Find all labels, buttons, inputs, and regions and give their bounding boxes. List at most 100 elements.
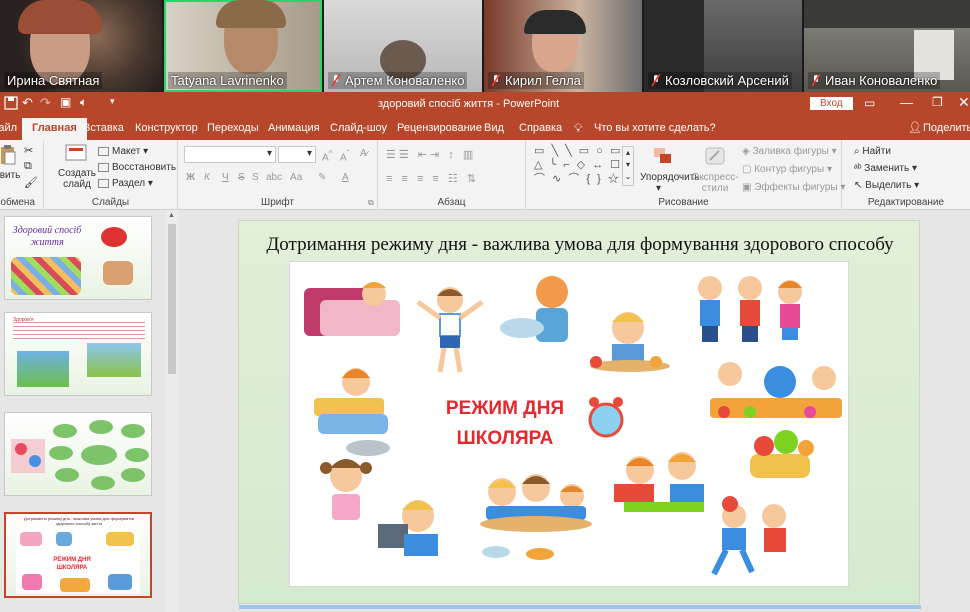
participant-tile[interactable]: Артем Коноваленко (324, 0, 482, 92)
tab-insert[interactable]: Вставка (83, 122, 124, 134)
paste-icon[interactable] (0, 144, 16, 169)
slide-thumbnail-2[interactable]: Здоров'я (4, 312, 152, 396)
tab-file[interactable]: Файл (0, 122, 17, 134)
font-dialog-launcher-icon[interactable]: ⧉ (368, 198, 374, 208)
shapes-more-icon[interactable]: ▴ ▾ ⌄ (622, 146, 634, 186)
cut-icon[interactable]: ✂ (24, 144, 33, 157)
mic-muted-icon (811, 74, 821, 87)
quick-styles-button[interactable]: Экспресс-стили (692, 172, 739, 194)
change-case-button[interactable]: Аа (290, 172, 302, 183)
clear-format-icon[interactable]: A̷ (360, 148, 367, 159)
paragraph-group: ☰☰ ⇤⇥ ↕ ▥ ≡ ≡ ≡ ≡ ☷ ⇅ Абзац (378, 140, 526, 210)
participant-tile[interactable]: Иван Коноваленко (804, 0, 970, 92)
poster-heading: РЕЖИМ ДНЯ ШКОЛЯРА (420, 394, 590, 454)
paste-button[interactable]: Вставить (0, 170, 20, 181)
arrange-icon[interactable] (652, 146, 674, 169)
font-group: ▾ ▾ A^ Aˇ A̷ Ж К Ч S S abc Аа ✎ A Шрифт … (178, 140, 378, 210)
font-group-label: Шрифт (261, 197, 294, 208)
mic-muted-icon (331, 74, 341, 87)
clipboard-group-label: Буфер обмена (0, 197, 35, 208)
font-name-input[interactable]: ▾ (184, 146, 276, 163)
slide-thumbnail-4-selected[interactable]: Дотримання режиму дня - важлива умова дл… (4, 512, 152, 598)
increase-font-icon[interactable]: A^ (322, 148, 333, 163)
tab-review[interactable]: Рецензирование (397, 122, 482, 134)
arrange-button[interactable]: Упорядочить ▾ (640, 172, 700, 194)
share-button[interactable]: Поделиться (923, 122, 970, 134)
find-button[interactable]: ⌕ Найти (854, 146, 891, 157)
start-slideshow-icon[interactable]: ▣ (60, 95, 71, 109)
bold-button[interactable]: Ж (186, 172, 195, 183)
ribbon-display-icon[interactable]: ▭ (864, 96, 875, 110)
shape-fill-button[interactable]: ◈ Заливка фигуры ▾ (742, 146, 837, 157)
tab-slideshow[interactable]: Слайд-шоу (330, 122, 387, 134)
tab-transitions[interactable]: Переходы (207, 122, 259, 134)
italic-button[interactable]: К (204, 172, 210, 183)
font-size-input[interactable]: ▾ (278, 146, 316, 163)
tab-view[interactable]: Вид (484, 122, 504, 134)
slide-thumbnail-1[interactable]: Здоровий спосіб життя (4, 216, 152, 300)
tab-help[interactable]: Справка (519, 122, 562, 134)
participant-tile-active-speaker[interactable]: Tatyana Lavrinenko (164, 0, 322, 92)
shape-effects-button[interactable]: ▣ Эффекты фигуры ▾ (742, 182, 845, 193)
restore-icon[interactable]: ❐ (932, 95, 943, 109)
participant-name: Tatyana Lavrinenko (168, 72, 287, 89)
strikethrough-button[interactable]: S (238, 172, 245, 183)
save-icon[interactable] (4, 96, 18, 113)
decrease-font-icon[interactable]: Aˇ (340, 148, 349, 163)
font-color-icon[interactable]: A (342, 172, 349, 183)
scroll-up-icon[interactable]: ▲ (168, 212, 175, 219)
select-button[interactable]: ↖ Выделить ▾ (854, 180, 919, 191)
cursor-icon: ↖ (854, 180, 863, 191)
reset-button[interactable]: Восстановить (98, 162, 176, 173)
editing-group-label: Редактирование (867, 197, 945, 208)
list-icons[interactable]: ☰☰ ⇤⇥ ↕ ▥ (386, 148, 476, 161)
align-icons[interactable]: ≡ ≡ ≡ ≡ ☷ ⇅ (386, 172, 479, 185)
slide-thumbnail-3[interactable] (4, 412, 152, 496)
new-slide-button[interactable]: Создать слайд (58, 168, 96, 190)
mic-muted-icon (651, 74, 661, 87)
undo-icon[interactable]: ↶ (22, 95, 33, 111)
format-painter-icon[interactable]: 🖌︎ (24, 176, 38, 189)
customize-toolbar-icon[interactable]: ▾ (110, 96, 115, 107)
shape-outline-button[interactable]: ▢ Контур фигуры ▾ (742, 164, 832, 175)
new-slide-icon[interactable] (64, 143, 88, 168)
tab-animations[interactable]: Анимация (268, 122, 320, 134)
thumbnail-scrollbar[interactable]: ▲ (166, 210, 178, 612)
participant-tile[interactable]: Кирил Гелла (484, 0, 642, 92)
participant-tile[interactable]: Козловский Арсений (644, 0, 802, 92)
slides-group: Создать слайд Макет ▾ Восстановить Разде… (44, 140, 178, 210)
signin-button[interactable]: Вход (810, 97, 853, 110)
clipboard-group: Вставить ✂ ⧉ 🖌︎ Буфер обмена (0, 140, 44, 210)
underline-button[interactable]: Ч (222, 172, 229, 183)
redo-icon[interactable]: ↷ (40, 95, 51, 111)
layout-button[interactable]: Макет ▾ (98, 146, 148, 157)
participant-tile[interactable]: Ирина Святная (0, 0, 162, 92)
paragraph-group-label: Абзац (437, 197, 466, 208)
poster-heading-line-2: ШКОЛЯРА (456, 428, 554, 449)
document-title: здоровий спосіб життя - PowerPoint (378, 98, 560, 110)
slide-bottom-bar (239, 605, 921, 609)
char-spacing-button[interactable]: abc (266, 172, 282, 183)
shapes-gallery[interactable]: ▭ ╲ ╲ ▭ ○ ▭ △ ╰ ⌐ ◇ ↔ ☐ ⌒ ∿ ⌒ { } ☆ (534, 144, 634, 190)
close-icon[interactable]: ✕ (958, 94, 970, 111)
section-button[interactable]: Раздел ▾ (98, 178, 153, 189)
drawing-group: ▭ ╲ ╲ ▭ ○ ▭ △ ╰ ⌐ ◇ ↔ ☐ ⌒ ∿ ⌒ { } ☆ ▴ ▾ ⌄ Уп… (526, 140, 845, 210)
shadow-icon[interactable]: S (252, 172, 259, 183)
speaker-icon[interactable]: 🔈︎ (80, 95, 87, 110)
tab-home[interactable]: Главная (22, 118, 87, 140)
scrollbar-thumb[interactable] (168, 224, 176, 374)
quick-styles-icon[interactable] (704, 146, 726, 169)
search-icon: ⌕ (854, 146, 860, 157)
lightbulb-icon: 💡︎ (574, 121, 583, 135)
tab-design[interactable]: Конструктор (135, 122, 198, 134)
mic-muted-icon (491, 74, 501, 87)
replace-button[interactable]: ᵃᵇ Заменить ▾ (854, 163, 917, 174)
current-slide[interactable]: Дотримання режиму дня - важлива умова дл… (238, 220, 921, 609)
copy-icon[interactable]: ⧉ (24, 160, 32, 173)
thumbnail-caption: Здоров'я (13, 317, 34, 323)
participant-name: Ирина Святная (4, 72, 103, 89)
participant-name: Кирил Гелла (488, 72, 584, 89)
tell-me-input[interactable]: Что вы хотите сделать? (594, 122, 716, 134)
highlight-icon[interactable]: ✎ (318, 172, 326, 183)
minimize-icon[interactable]: — (900, 95, 913, 110)
